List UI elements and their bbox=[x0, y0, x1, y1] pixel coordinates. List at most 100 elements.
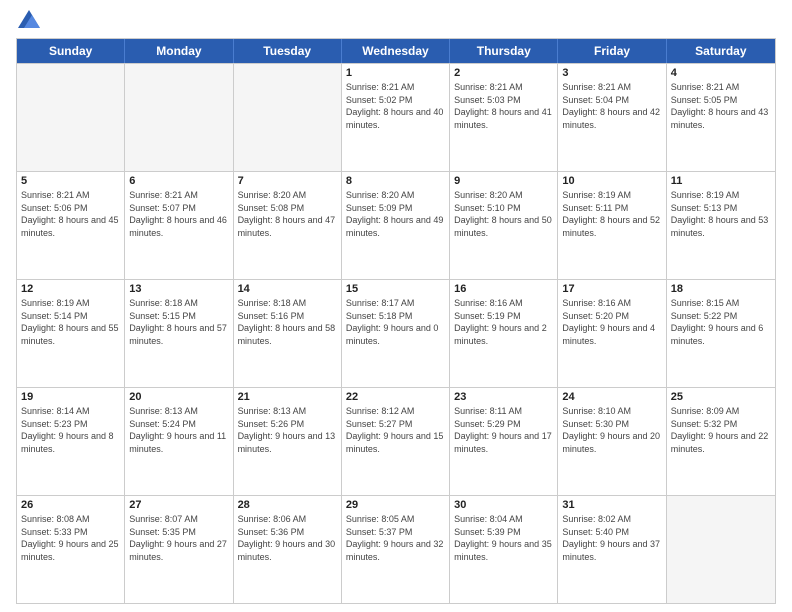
calendar-row-5: 26Sunrise: 8:08 AM Sunset: 5:33 PM Dayli… bbox=[17, 495, 775, 603]
day-info: Sunrise: 8:11 AM Sunset: 5:29 PM Dayligh… bbox=[454, 405, 553, 455]
calendar-cell: 23 Sunrise: 8:11 AM Sunset: 5:29 PM Dayli… bbox=[450, 388, 558, 495]
day-number: 15 bbox=[346, 283, 445, 295]
logo-icon bbox=[18, 10, 40, 28]
calendar-cell: 27Sunrise: 8:07 AM Sunset: 5:35 PM Dayli… bbox=[125, 496, 233, 603]
calendar-row-2: 5 Sunrise: 8:21 AM Sunset: 5:06 PM Daylig… bbox=[17, 171, 775, 279]
calendar-cell: 15 Sunrise: 8:17 AM Sunset: 5:18 PM Dayli… bbox=[342, 280, 450, 387]
day-info: Sunrise: 8:17 AM Sunset: 5:18 PM Dayligh… bbox=[346, 297, 445, 347]
page: SundayMondayTuesdayWednesdayThursdayFrid… bbox=[0, 0, 792, 612]
day-number: 26 bbox=[21, 499, 120, 511]
calendar-cell: 16 Sunrise: 8:16 AM Sunset: 5:19 PM Dayli… bbox=[450, 280, 558, 387]
calendar-cell: 6 Sunrise: 8:21 AM Sunset: 5:07 PM Daylig… bbox=[125, 172, 233, 279]
calendar-cell: 5 Sunrise: 8:21 AM Sunset: 5:06 PM Daylig… bbox=[17, 172, 125, 279]
calendar-cell: 30 Sunrise: 8:04 AM Sunset: 5:39 PM Dayli… bbox=[450, 496, 558, 603]
day-number: 31 bbox=[562, 499, 661, 511]
day-info: Sunrise: 8:21 AM Sunset: 5:06 PM Dayligh… bbox=[21, 189, 120, 239]
day-info: Sunrise: 8:21 AM Sunset: 5:05 PM Dayligh… bbox=[671, 81, 771, 131]
day-number: 2 bbox=[454, 67, 553, 79]
day-number: 27 bbox=[129, 499, 228, 511]
calendar-cell bbox=[125, 64, 233, 171]
day-number: 16 bbox=[454, 283, 553, 295]
calendar-cell: 3 Sunrise: 8:21 AM Sunset: 5:04 PM Daylig… bbox=[558, 64, 666, 171]
calendar-cell bbox=[667, 496, 775, 603]
day-number: 4 bbox=[671, 67, 771, 79]
calendar-body: 1 Sunrise: 8:21 AM Sunset: 5:02 PM Daylig… bbox=[17, 63, 775, 603]
calendar-cell: 13 Sunrise: 8:18 AM Sunset: 5:15 PM Dayli… bbox=[125, 280, 233, 387]
calendar-cell: 25 Sunrise: 8:09 AM Sunset: 5:32 PM Dayli… bbox=[667, 388, 775, 495]
day-number: 5 bbox=[21, 175, 120, 187]
day-number: 1 bbox=[346, 67, 445, 79]
day-info: Sunrise: 8:16 AM Sunset: 5:19 PM Dayligh… bbox=[454, 297, 553, 347]
calendar-cell: 20Sunrise: 8:13 AM Sunset: 5:24 PM Dayli… bbox=[125, 388, 233, 495]
calendar-cell: 28 Sunrise: 8:06 AM Sunset: 5:36 PM Dayli… bbox=[234, 496, 342, 603]
header-cell-saturday: Saturday bbox=[667, 39, 775, 63]
day-info: Sunrise: 8:21 AM Sunset: 5:07 PM Dayligh… bbox=[129, 189, 228, 239]
day-number: 7 bbox=[238, 175, 337, 187]
calendar-cell: 12 Sunrise: 8:19 AM Sunset: 5:14 PM Dayli… bbox=[17, 280, 125, 387]
day-info: Sunrise: 8:06 AM Sunset: 5:36 PM Dayligh… bbox=[238, 513, 337, 563]
day-info: Sunrise: 8:19 AM Sunset: 5:11 PM Dayligh… bbox=[562, 189, 661, 239]
header-cell-sunday: Sunday bbox=[17, 39, 125, 63]
header bbox=[16, 12, 776, 30]
day-number: 8 bbox=[346, 175, 445, 187]
calendar-cell: 22Sunrise: 8:12 AM Sunset: 5:27 PM Dayli… bbox=[342, 388, 450, 495]
day-number: 17 bbox=[562, 283, 661, 295]
calendar-cell: 8Sunrise: 8:20 AM Sunset: 5:09 PM Daylig… bbox=[342, 172, 450, 279]
calendar: SundayMondayTuesdayWednesdayThursdayFrid… bbox=[16, 38, 776, 604]
day-number: 21 bbox=[238, 391, 337, 403]
header-cell-friday: Friday bbox=[558, 39, 666, 63]
day-info: Sunrise: 8:13 AM Sunset: 5:26 PM Dayligh… bbox=[238, 405, 337, 455]
calendar-cell: 11Sunrise: 8:19 AM Sunset: 5:13 PM Dayli… bbox=[667, 172, 775, 279]
day-number: 3 bbox=[562, 67, 661, 79]
day-info: Sunrise: 8:13 AM Sunset: 5:24 PM Dayligh… bbox=[129, 405, 228, 455]
day-info: Sunrise: 8:20 AM Sunset: 5:10 PM Dayligh… bbox=[454, 189, 553, 239]
day-info: Sunrise: 8:21 AM Sunset: 5:03 PM Dayligh… bbox=[454, 81, 553, 131]
logo bbox=[16, 12, 40, 30]
calendar-row-4: 19 Sunrise: 8:14 AM Sunset: 5:23 PM Dayli… bbox=[17, 387, 775, 495]
calendar-cell: 29 Sunrise: 8:05 AM Sunset: 5:37 PM Dayli… bbox=[342, 496, 450, 603]
calendar-cell: 10 Sunrise: 8:19 AM Sunset: 5:11 PM Dayli… bbox=[558, 172, 666, 279]
calendar-cell: 18Sunrise: 8:15 AM Sunset: 5:22 PM Dayli… bbox=[667, 280, 775, 387]
calendar-cell: 2 Sunrise: 8:21 AM Sunset: 5:03 PM Daylig… bbox=[450, 64, 558, 171]
day-number: 29 bbox=[346, 499, 445, 511]
calendar-cell: 7Sunrise: 8:20 AM Sunset: 5:08 PM Daylig… bbox=[234, 172, 342, 279]
calendar-cell: 14 Sunrise: 8:18 AM Sunset: 5:16 PM Dayli… bbox=[234, 280, 342, 387]
day-info: Sunrise: 8:19 AM Sunset: 5:13 PM Dayligh… bbox=[671, 189, 771, 239]
day-info: Sunrise: 8:18 AM Sunset: 5:15 PM Dayligh… bbox=[129, 297, 228, 347]
calendar-cell: 24Sunrise: 8:10 AM Sunset: 5:30 PM Dayli… bbox=[558, 388, 666, 495]
day-number: 12 bbox=[21, 283, 120, 295]
day-number: 22 bbox=[346, 391, 445, 403]
day-info: Sunrise: 8:19 AM Sunset: 5:14 PM Dayligh… bbox=[21, 297, 120, 347]
day-number: 23 bbox=[454, 391, 553, 403]
header-cell-wednesday: Wednesday bbox=[342, 39, 450, 63]
calendar-cell: 21 Sunrise: 8:13 AM Sunset: 5:26 PM Dayli… bbox=[234, 388, 342, 495]
day-number: 9 bbox=[454, 175, 553, 187]
header-cell-tuesday: Tuesday bbox=[234, 39, 342, 63]
day-info: Sunrise: 8:16 AM Sunset: 5:20 PM Dayligh… bbox=[562, 297, 661, 347]
day-info: Sunrise: 8:21 AM Sunset: 5:04 PM Dayligh… bbox=[562, 81, 661, 131]
day-number: 19 bbox=[21, 391, 120, 403]
calendar-cell: 26Sunrise: 8:08 AM Sunset: 5:33 PM Dayli… bbox=[17, 496, 125, 603]
day-info: Sunrise: 8:15 AM Sunset: 5:22 PM Dayligh… bbox=[671, 297, 771, 347]
day-number: 25 bbox=[671, 391, 771, 403]
day-number: 6 bbox=[129, 175, 228, 187]
calendar-cell: 9 Sunrise: 8:20 AM Sunset: 5:10 PM Daylig… bbox=[450, 172, 558, 279]
calendar-header: SundayMondayTuesdayWednesdayThursdayFrid… bbox=[17, 39, 775, 63]
calendar-cell bbox=[234, 64, 342, 171]
day-number: 14 bbox=[238, 283, 337, 295]
day-number: 13 bbox=[129, 283, 228, 295]
calendar-cell: 1 Sunrise: 8:21 AM Sunset: 5:02 PM Daylig… bbox=[342, 64, 450, 171]
day-number: 30 bbox=[454, 499, 553, 511]
header-cell-monday: Monday bbox=[125, 39, 233, 63]
day-info: Sunrise: 8:09 AM Sunset: 5:32 PM Dayligh… bbox=[671, 405, 771, 455]
calendar-cell: 4 Sunrise: 8:21 AM Sunset: 5:05 PM Daylig… bbox=[667, 64, 775, 171]
calendar-row-3: 12 Sunrise: 8:19 AM Sunset: 5:14 PM Dayli… bbox=[17, 279, 775, 387]
day-info: Sunrise: 8:14 AM Sunset: 5:23 PM Dayligh… bbox=[21, 405, 120, 455]
day-info: Sunrise: 8:04 AM Sunset: 5:39 PM Dayligh… bbox=[454, 513, 553, 563]
day-info: Sunrise: 8:21 AM Sunset: 5:02 PM Dayligh… bbox=[346, 81, 445, 131]
day-info: Sunrise: 8:18 AM Sunset: 5:16 PM Dayligh… bbox=[238, 297, 337, 347]
day-number: 10 bbox=[562, 175, 661, 187]
calendar-cell: 31Sunrise: 8:02 AM Sunset: 5:40 PM Dayli… bbox=[558, 496, 666, 603]
day-info: Sunrise: 8:05 AM Sunset: 5:37 PM Dayligh… bbox=[346, 513, 445, 563]
day-number: 28 bbox=[238, 499, 337, 511]
